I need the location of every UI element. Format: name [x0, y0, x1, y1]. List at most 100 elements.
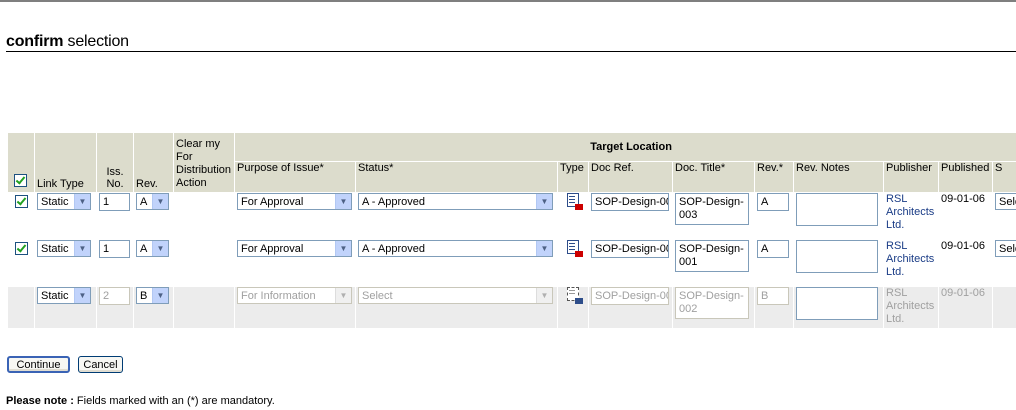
rev-value: B	[140, 289, 148, 302]
row-select-cell	[7, 239, 35, 287]
doc-ref-input[interactable]: SOP-Design-00	[591, 240, 669, 258]
rev-notes-input[interactable]	[796, 240, 878, 273]
publisher-text: RSL Architects Ltd.	[886, 287, 935, 326]
chevron-down-icon: ▼	[152, 288, 168, 303]
document-pdf-icon[interactable]	[567, 193, 583, 210]
rev-input[interactable]: A	[757, 240, 789, 258]
iss-no-input[interactable]: 1	[99, 193, 130, 211]
rev-input[interactable]: A	[757, 193, 789, 211]
row-select-cell	[7, 286, 35, 329]
doc-ref-input[interactable]: SOP-Design-00	[591, 193, 669, 211]
rev-select[interactable]: A ▼	[136, 240, 169, 257]
note-label: Please note :	[6, 395, 74, 407]
header-select-all	[7, 132, 35, 193]
row-checkbox[interactable]	[15, 242, 28, 255]
purpose-value: For Approval	[241, 195, 304, 208]
clear-distribution-cell	[173, 286, 235, 329]
select-all-checkbox[interactable]	[14, 174, 27, 187]
purpose-select[interactable]: For Approval ▼	[237, 240, 352, 257]
header-target-location: Target Location	[233, 132, 1016, 162]
chevron-down-icon: ▼	[335, 241, 351, 256]
page-title: confirm selection	[6, 33, 129, 51]
link-type-value: Static	[41, 242, 69, 255]
link-type-select[interactable]: Static ▼	[37, 287, 91, 304]
continue-button[interactable]: Continue	[7, 356, 70, 373]
table-row: Static ▼ 2 B ▼ For Information ▼ Select ▼ SO…	[7, 286, 1016, 329]
publisher-link[interactable]: RSL Architects Ltd.	[886, 194, 936, 233]
table-row: Static ▼ 1 A ▼ For Approval ▼ A - Approved ▼…	[7, 239, 1016, 287]
rev-input: B	[757, 287, 789, 305]
doc-ref-input: SOP-Design-00	[591, 287, 669, 305]
header-link-type: Link Type	[34, 132, 97, 193]
note-text: Fields marked with an (*) are mandatory.	[73, 395, 275, 407]
status-select[interactable]: A - Approved ▼	[358, 240, 553, 257]
row-select-cell	[7, 192, 35, 240]
header-doc-ref: Doc Ref.	[588, 161, 673, 193]
cancel-button[interactable]: Cancel	[78, 356, 123, 373]
row-checkbox[interactable]	[15, 195, 28, 208]
header-published: Published	[938, 161, 993, 193]
doc-title-input: SOP-Design-002	[675, 287, 749, 319]
window-top-border	[0, 0, 1016, 2]
header-doc-title: Doc. Title*	[672, 161, 755, 193]
chevron-down-icon: ▼	[74, 288, 90, 303]
doc-title-input[interactable]: SOP-Design-003	[675, 193, 749, 225]
clear-distribution-cell	[173, 192, 235, 240]
last-select-value: Sele	[999, 242, 1016, 255]
last-select-value: Sele	[999, 195, 1016, 208]
last-select[interactable]: Sele	[995, 193, 1016, 210]
chevron-down-icon: ▼	[536, 194, 552, 209]
rev-notes-input[interactable]	[796, 287, 878, 320]
link-type-value: Static	[41, 289, 69, 302]
table-row: Static ▼ 1 A ▼ For Approval ▼ A - Approved ▼…	[7, 192, 1016, 240]
document-pdf-icon[interactable]	[567, 240, 583, 257]
status-select[interactable]: A - Approved ▼	[358, 193, 553, 210]
header-rev-notes: Rev. Notes	[793, 161, 884, 193]
page-title-rest: selection	[63, 33, 130, 50]
header-clear-distribution: Clear my For Distribution Action	[173, 132, 235, 193]
header-rev-required: Rev.*	[754, 161, 794, 193]
mandatory-note: Please note : Fields marked with an (*) …	[6, 395, 275, 407]
published-date: 09-01-06	[938, 192, 993, 240]
header-purpose: Purpose of Issue*	[234, 161, 356, 193]
chevron-down-icon: ▼	[74, 241, 90, 256]
chevron-down-icon: ▼	[335, 288, 351, 303]
iss-no-input: 2	[99, 287, 130, 305]
published-date: 09-01-06	[938, 239, 993, 287]
chevron-down-icon: ▼	[536, 288, 552, 303]
header-rev: Rev.	[133, 132, 174, 193]
clear-distribution-cell	[173, 239, 235, 287]
selection-table: Link Type Iss. No. Rev. Clear my For Dis…	[7, 132, 1016, 329]
header-iss-no: Iss. No.	[96, 132, 134, 193]
status-value: A - Approved	[362, 195, 425, 208]
status-value: A - Approved	[362, 242, 425, 255]
publisher-link[interactable]: RSL Architects Ltd.	[886, 241, 936, 280]
rev-notes-input[interactable]	[796, 193, 878, 226]
title-divider	[6, 51, 1016, 52]
link-type-select[interactable]: Static ▼	[37, 193, 91, 210]
rev-value: A	[140, 242, 148, 255]
purpose-value: For Information	[241, 289, 316, 302]
selection-grid: Link Type Iss. No. Rev. Clear my For Dis…	[7, 132, 1016, 336]
header-last: S	[991, 161, 1016, 193]
purpose-select[interactable]: For Approval ▼	[237, 193, 352, 210]
link-type-value: Static	[41, 195, 69, 208]
page-title-bold: confirm	[6, 33, 64, 50]
iss-no-input[interactable]: 1	[99, 240, 130, 258]
doc-title-input[interactable]: SOP-Design-001	[675, 240, 749, 272]
rev-value: A	[140, 195, 148, 208]
header-publisher: Publisher	[883, 161, 939, 193]
rev-select[interactable]: A ▼	[136, 193, 169, 210]
chevron-down-icon: ▼	[74, 194, 90, 209]
status-select: Select ▼	[358, 287, 553, 304]
purpose-select: For Information ▼	[237, 287, 352, 304]
status-value: Select	[362, 289, 393, 302]
document-placeholder-icon[interactable]	[567, 287, 583, 304]
header-status: Status*	[355, 161, 558, 193]
chevron-down-icon: ▼	[152, 194, 168, 209]
last-select[interactable]: Sele	[995, 240, 1016, 257]
published-date: 09-01-06	[938, 286, 993, 329]
purpose-value: For Approval	[241, 242, 304, 255]
link-type-select[interactable]: Static ▼	[37, 240, 91, 257]
rev-select[interactable]: B ▼	[136, 287, 169, 304]
